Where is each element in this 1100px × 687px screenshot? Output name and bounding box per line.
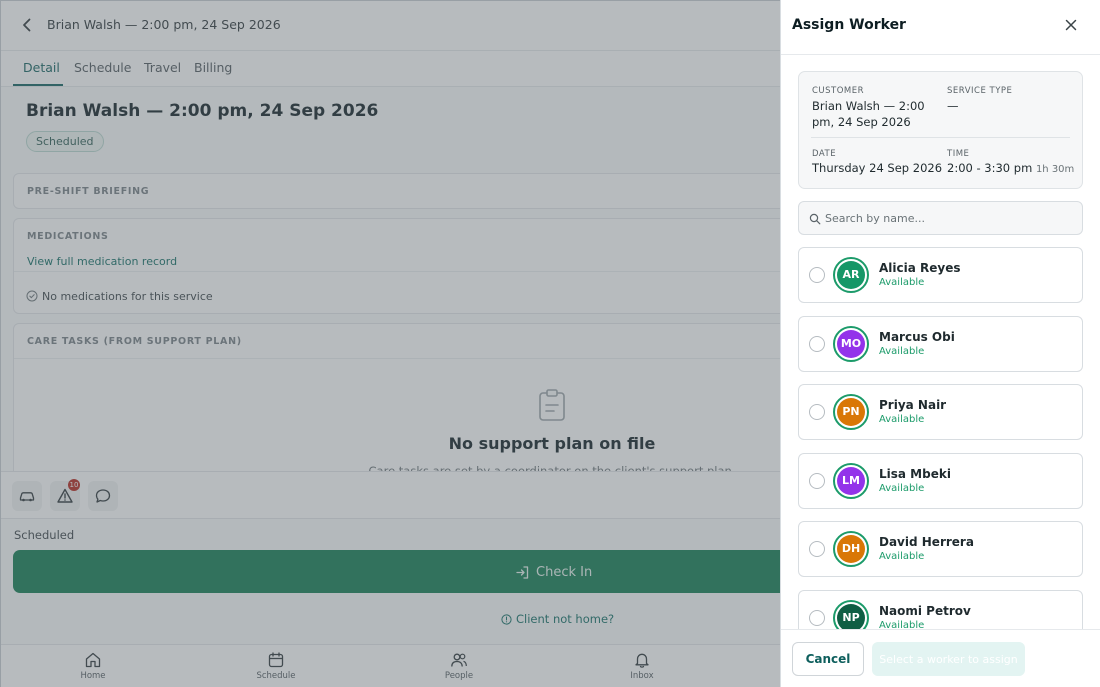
search-input[interactable]: [825, 208, 1075, 228]
date-label: DATE: [812, 149, 837, 159]
worker-name: Lisa Mbeki: [879, 467, 951, 481]
date-value: Thursday 24 Sep 2026: [812, 161, 943, 175]
worker-status: Available: [879, 620, 925, 629]
service-type-label: SERVICE TYPE: [947, 86, 1013, 96]
customer-value: Brian Walsh — 2:00 pm, 24 Sep 2026: [812, 99, 925, 129]
time-value: 2:00 - 3:30 pm: [947, 161, 1033, 175]
worker-option[interactable]: PN Priya Nair Available: [798, 384, 1083, 440]
worker-status: Available: [879, 551, 925, 562]
radio-button[interactable]: [809, 404, 825, 420]
service-summary-card: CUSTOMER Brian Walsh — 2:00 pm, 24 Sep 2…: [798, 71, 1083, 189]
worker-name: David Herrera: [879, 535, 974, 549]
worker-option[interactable]: DH David Herrera Available: [798, 521, 1083, 577]
search-icon: [809, 213, 821, 225]
panel-title: Assign Worker: [792, 17, 906, 33]
avatar: LM: [833, 463, 869, 499]
worker-status: Available: [879, 414, 925, 425]
worker-name: Naomi Petrov: [879, 604, 971, 618]
avatar-initials: NP: [837, 604, 865, 629]
worker-option[interactable]: AR Alicia Reyes Available: [798, 247, 1083, 303]
radio-button[interactable]: [809, 610, 825, 626]
panel-header: Assign Worker: [781, 0, 1100, 55]
worker-option[interactable]: LM Lisa Mbeki Available: [798, 453, 1083, 509]
worker-search[interactable]: [798, 201, 1083, 235]
radio-button[interactable]: [809, 267, 825, 283]
radio-button[interactable]: [809, 336, 825, 352]
worker-option[interactable]: MO Marcus Obi Available: [798, 316, 1083, 372]
radio-button[interactable]: [809, 473, 825, 489]
avatar: PN: [833, 394, 869, 430]
worker-name: Priya Nair: [879, 398, 947, 412]
avatar-initials: DH: [837, 535, 865, 563]
radio-button[interactable]: [809, 541, 825, 557]
worker-option[interactable]: NP Naomi Petrov Available: [798, 590, 1083, 629]
worker-status: Available: [879, 346, 925, 357]
avatar-initials: LM: [837, 467, 865, 495]
worker-status: Available: [879, 483, 925, 494]
avatar: MO: [833, 326, 869, 362]
avatar: AR: [833, 257, 869, 293]
panel-footer: Cancel Select a worker to assign: [781, 629, 1100, 687]
cancel-button[interactable]: Cancel: [792, 642, 864, 676]
assign-worker-button[interactable]: Select a worker to assign: [872, 642, 1025, 676]
avatar-initials: AR: [837, 261, 865, 289]
worker-status: Available: [879, 277, 925, 288]
avatar-initials: MO: [837, 330, 865, 358]
service-type-value: —: [947, 99, 959, 113]
assign-worker-panel: Assign Worker CUSTOMER Brian Walsh — 2:0…: [780, 0, 1100, 687]
avatar-initials: PN: [837, 398, 865, 426]
customer-label: CUSTOMER: [812, 86, 865, 96]
duration-value: 1h 30m: [1035, 164, 1075, 175]
worker-name: Alicia Reyes: [879, 261, 961, 275]
divider: [811, 137, 1070, 138]
avatar: DH: [833, 531, 869, 567]
time-value-row: 2:00 - 3:30 pm 1h 30m: [947, 160, 1074, 178]
worker-name: Marcus Obi: [879, 330, 955, 344]
worker-list[interactable]: AR Alicia Reyes Available MO Marcus Obi …: [781, 246, 1100, 629]
close-icon[interactable]: [1063, 17, 1079, 33]
avatar: NP: [833, 600, 869, 629]
modal-backdrop[interactable]: [0, 0, 780, 687]
time-label: TIME: [947, 149, 970, 159]
